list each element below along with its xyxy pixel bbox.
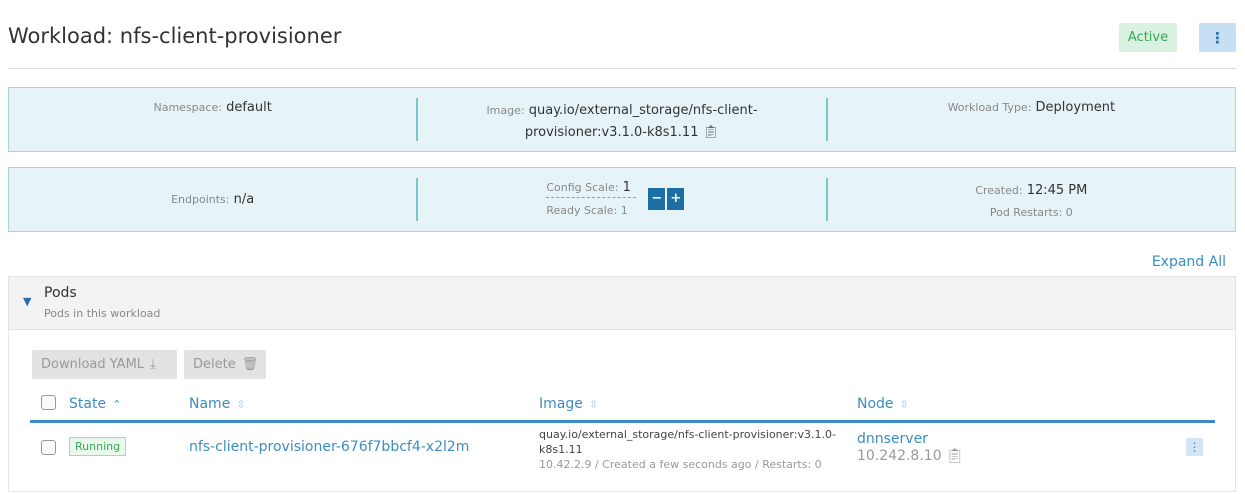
scale-control: Config Scale: 1 Ready Scale: 1 − + <box>418 178 828 221</box>
node-ip: 10.242.8.10 <box>857 448 942 464</box>
namespace-label: Namespace: <box>153 101 222 114</box>
created-value: 12:45 PM <box>1026 183 1088 198</box>
info-panel-2: Endpoints: n/a Config Scale: 1 Ready Sca… <box>8 167 1236 232</box>
expand-all-link[interactable]: Expand All <box>1152 254 1226 270</box>
delete-button[interactable]: Delete 🗑︎ <box>184 350 266 379</box>
node-link[interactable]: dnnserver <box>857 431 928 447</box>
scale-up-button[interactable]: + <box>667 188 685 210</box>
column-node[interactable]: Node ⇳ <box>857 396 909 412</box>
sort-icon: ⇳ <box>236 398 246 411</box>
row-actions-button[interactable]: ⋮ <box>1186 438 1203 456</box>
namespace-value: default <box>226 100 272 115</box>
delete-label: Delete <box>193 357 236 372</box>
copy-icon[interactable]: 📋︎ <box>946 448 964 464</box>
config-scale-label: Config Scale: <box>546 181 619 194</box>
image-value-2: provisioner:v3.1.0-k8s1.11 <box>524 125 699 140</box>
sort-up-icon: ⌃ <box>112 398 122 411</box>
created-label: Created: <box>975 184 1023 197</box>
workload-type-value: Deployment <box>1035 100 1116 115</box>
download-yaml-label: Download YAML <box>41 357 145 372</box>
column-image[interactable]: Image ⇳ <box>539 396 598 412</box>
pods-title: Pods <box>44 285 77 301</box>
download-yaml-button[interactable]: Download YAML ⤓ <box>32 350 177 379</box>
endpoints-label: Endpoints: <box>171 193 230 206</box>
endpoints-value: n/a <box>233 192 255 207</box>
collapse-triangle-icon[interactable]: ▼ <box>23 295 31 308</box>
pods-subtitle: Pods in this workload <box>44 307 161 320</box>
image-label: Image: <box>486 104 525 117</box>
row-checkbox[interactable] <box>41 440 56 455</box>
workload-type-label: Workload Type: <box>947 101 1032 114</box>
config-scale-value: 1 <box>622 180 631 195</box>
pod-restarts: Pod Restarts: 0 <box>989 206 1073 219</box>
pods-section-header[interactable]: ▼ Pods Pods in this workload <box>8 276 1236 330</box>
ready-scale: Ready Scale: 1 <box>546 204 628 217</box>
info-panel-1: Namespace: default Image: quay.io/extern… <box>8 87 1236 152</box>
pod-image-2: k8s1.11 <box>539 443 583 456</box>
column-state[interactable]: State ⌃ <box>69 396 121 412</box>
scale-down-button[interactable]: − <box>648 188 666 210</box>
table-header-divider <box>30 420 1215 423</box>
pod-name-link[interactable]: nfs-client-provisioner-676f7bbcf4-x2l2m <box>189 439 469 455</box>
divider <box>8 68 1237 69</box>
sort-icon: ⇳ <box>588 398 599 411</box>
select-all-checkbox[interactable] <box>41 395 56 410</box>
pod-meta: 10.42.2.9 / Created a few seconds ago / … <box>539 458 822 471</box>
trash-icon: 🗑︎ <box>241 357 259 372</box>
column-name[interactable]: Name ⇳ <box>189 396 246 412</box>
state-badge: Running <box>69 437 127 456</box>
copy-icon[interactable]: 📋︎ <box>703 125 720 140</box>
status-badge: Active <box>1119 23 1177 52</box>
more-actions-button[interactable]: ⋮ <box>1199 23 1236 52</box>
download-icon: ⤓ <box>150 357 156 372</box>
pod-image: quay.io/external_storage/nfs-client-prov… <box>539 428 836 441</box>
sort-icon: ⇳ <box>899 398 909 411</box>
page-title: Workload: nfs-client-provisioner <box>8 24 342 48</box>
image-value: quay.io/external_storage/nfs-client- <box>528 103 758 118</box>
